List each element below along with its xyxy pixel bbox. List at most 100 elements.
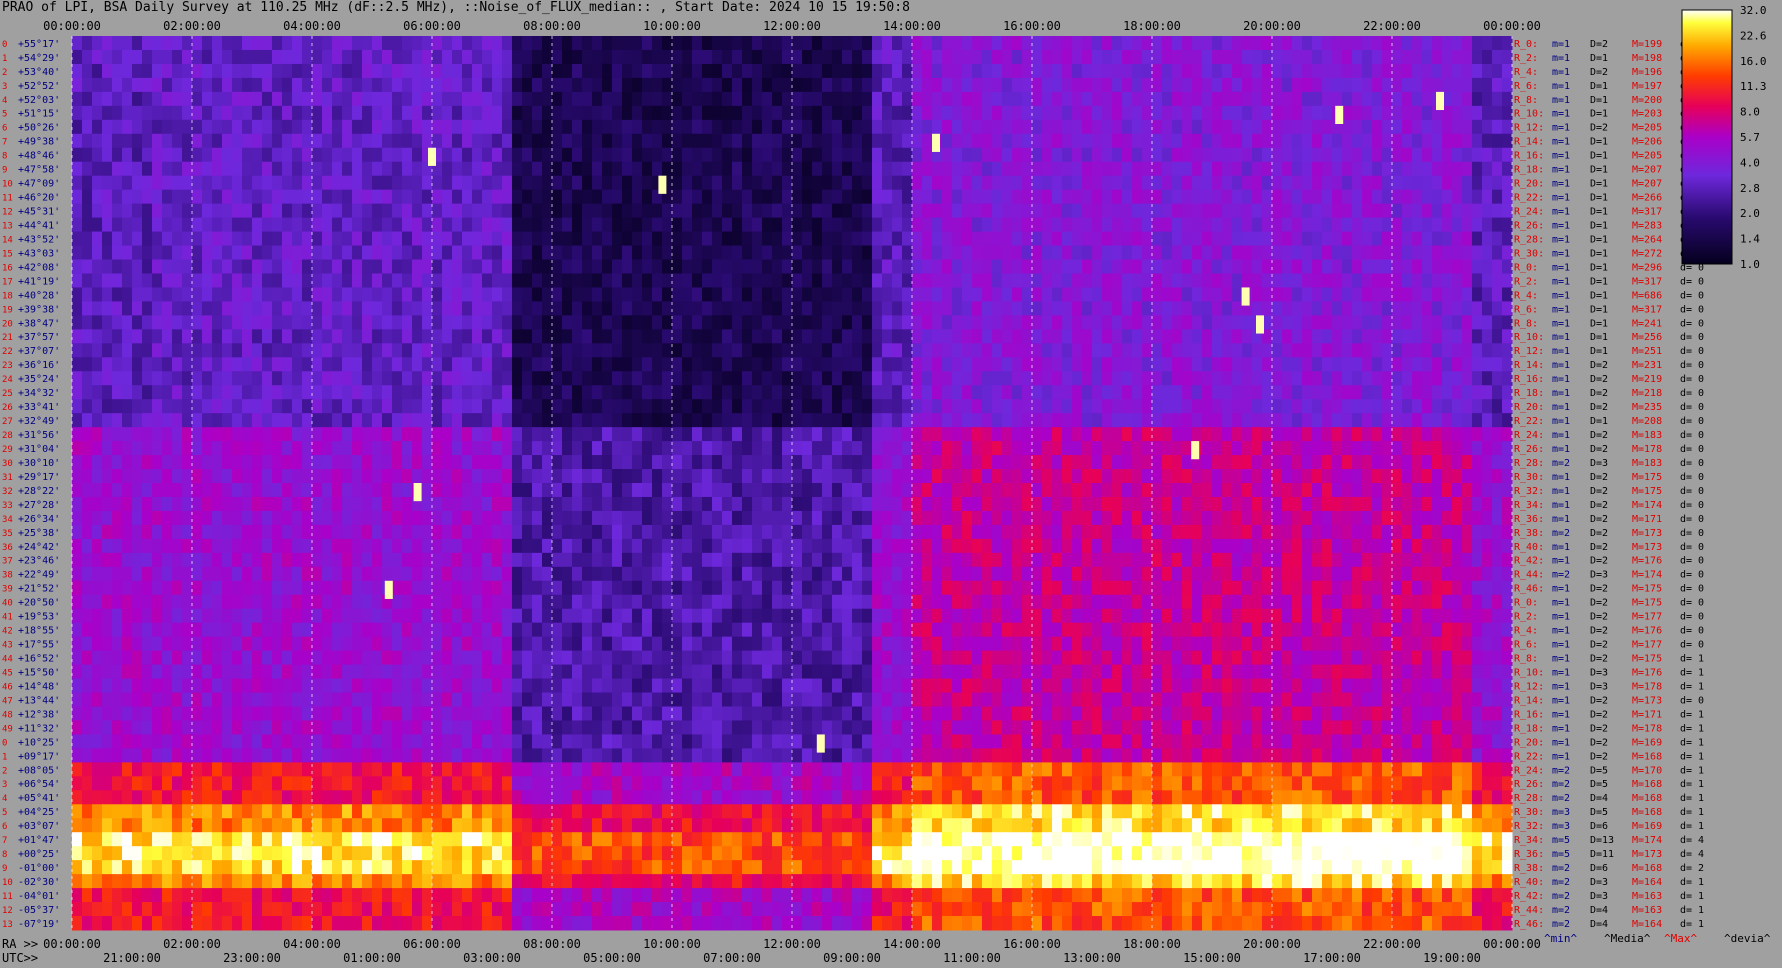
row-index: 36 (2, 543, 13, 553)
row-stat-min: m=1 (1552, 695, 1570, 706)
row-stat-devia: d= 0 (1680, 570, 1704, 581)
row-stat-r: R_0: (1514, 39, 1538, 50)
row-stat-median: D=1 (1590, 81, 1608, 92)
row-stat-r: R_2: (1514, 276, 1538, 287)
row-stat-max: M=173 (1632, 849, 1662, 860)
row-stat-r: R_4: (1514, 626, 1538, 637)
row-index: 49 (2, 724, 13, 734)
row-stat-r: R_36: (1514, 849, 1544, 860)
row-stat-r: R_10: (1514, 332, 1544, 343)
row-stat-r: R_0: (1514, 262, 1538, 273)
row-stat-min: m=1 (1552, 95, 1570, 106)
row-stat-median: D=1 (1590, 179, 1608, 190)
row-stat-r: R_32: (1514, 486, 1544, 497)
dec-tick: +54°29' (18, 53, 60, 64)
row-index: 16 (2, 263, 13, 273)
row-stat-r: R_16: (1514, 151, 1544, 162)
ra-tick-bottom: 00:00:00 (43, 937, 101, 951)
ra-axis-label: RA >> (2, 937, 38, 951)
row-stat-r: R_10: (1514, 667, 1544, 678)
row-stat-median: D=6 (1590, 821, 1608, 832)
row-stat-min: m=1 (1552, 430, 1570, 441)
row-stat-median: D=1 (1590, 304, 1608, 315)
row-stat-max: M=168 (1632, 807, 1662, 818)
row-stat-r: R_30: (1514, 472, 1544, 483)
row-stat-r: R_20: (1514, 402, 1544, 413)
dec-tick: +48°46' (18, 151, 60, 162)
row-index: 22 (2, 347, 13, 357)
dec-tick: +04°25' (18, 807, 60, 818)
dec-tick: +37°57' (18, 332, 60, 343)
row-stat-max: M=175 (1632, 486, 1662, 497)
row-stat-max: M=175 (1632, 584, 1662, 595)
row-stat-max: M=174 (1632, 835, 1662, 846)
row-stat-median: D=4 (1590, 905, 1608, 916)
row-index: 21 (2, 333, 13, 343)
row-stat-min: m=1 (1552, 123, 1570, 134)
row-stat-min: m=2 (1552, 905, 1570, 916)
row-index: 40 (2, 599, 13, 609)
row-stat-median: D=1 (1590, 109, 1608, 120)
row-stat-r: R_18: (1514, 723, 1544, 734)
row-stat-max: M=206 (1632, 137, 1662, 148)
row-stat-devia: d= 0 (1680, 612, 1704, 623)
ra-tick-bottom: 06:00:00 (403, 937, 461, 951)
row-stat-median: D=2 (1590, 39, 1608, 50)
row-stat-min: m=1 (1552, 262, 1570, 273)
row-stat-r: R_24: (1514, 207, 1544, 218)
ra-tick-bottom: 12:00:00 (763, 937, 821, 951)
row-stat-max: M=251 (1632, 346, 1662, 357)
row-stat-min: m=1 (1552, 612, 1570, 623)
ra-tick-top: 00:00:00 (43, 19, 101, 33)
dec-tick: +24°42' (18, 542, 60, 553)
dec-tick: +01°47' (18, 835, 60, 846)
row-index: 11 (2, 892, 13, 902)
row-stat-devia: d= 1 (1680, 877, 1704, 888)
row-index: 13 (2, 221, 13, 231)
row-index: 1 (2, 752, 7, 762)
row-index: 7 (2, 138, 7, 148)
bright-source (1256, 315, 1264, 334)
row-stat-median: D=1 (1590, 318, 1608, 329)
row-stat-r: R_26: (1514, 220, 1544, 231)
row-index: 0 (2, 40, 7, 50)
row-index: 2 (2, 68, 7, 78)
row-stat-max: M=266 (1632, 193, 1662, 204)
legend-item: ^Media^ (1604, 932, 1651, 945)
row-stat-max: M=175 (1632, 598, 1662, 609)
row-stat-r: R_46: (1514, 584, 1544, 595)
row-stat-max: M=175 (1632, 654, 1662, 665)
ra-tick-top: 10:00:00 (643, 19, 701, 33)
row-stat-median: D=3 (1590, 891, 1608, 902)
row-stat-max: M=183 (1632, 430, 1662, 441)
row-index: 37 (2, 557, 13, 567)
row-index: 6 (2, 822, 7, 832)
row-stat-median: D=3 (1590, 877, 1608, 888)
row-stat-r: R_34: (1514, 835, 1544, 846)
row-stat-median: D=2 (1590, 402, 1608, 413)
ra-tick-top: 08:00:00 (523, 19, 581, 33)
row-stat-devia: d= 1 (1680, 807, 1704, 818)
ra-tick-top: 02:00:00 (163, 19, 221, 33)
row-stat-min: m=1 (1552, 234, 1570, 245)
row-index: 34 (2, 515, 13, 525)
row-index: 17 (2, 277, 13, 287)
row-stat-median: D=2 (1590, 584, 1608, 595)
row-stat-r: R_10: (1514, 109, 1544, 120)
dec-tick: +52°03' (18, 95, 60, 106)
row-stat-max: M=241 (1632, 318, 1662, 329)
row-stat-min: m=1 (1552, 444, 1570, 455)
dec-tick: +51°15' (18, 109, 60, 120)
row-index: 39 (2, 585, 13, 595)
row-stat-max: M=296 (1632, 262, 1662, 273)
row-index: 38 (2, 571, 13, 581)
row-stat-r: R_26: (1514, 444, 1544, 455)
dec-tick: +43°03' (18, 248, 60, 259)
row-stat-r: R_24: (1514, 430, 1544, 441)
row-stat-max: M=168 (1632, 793, 1662, 804)
row-stat-r: R_22: (1514, 416, 1544, 427)
bright-source (384, 580, 393, 599)
row-stat-median: D=2 (1590, 374, 1608, 385)
row-index: 7 (2, 836, 7, 846)
row-stat-devia: d= 0 (1680, 514, 1704, 525)
